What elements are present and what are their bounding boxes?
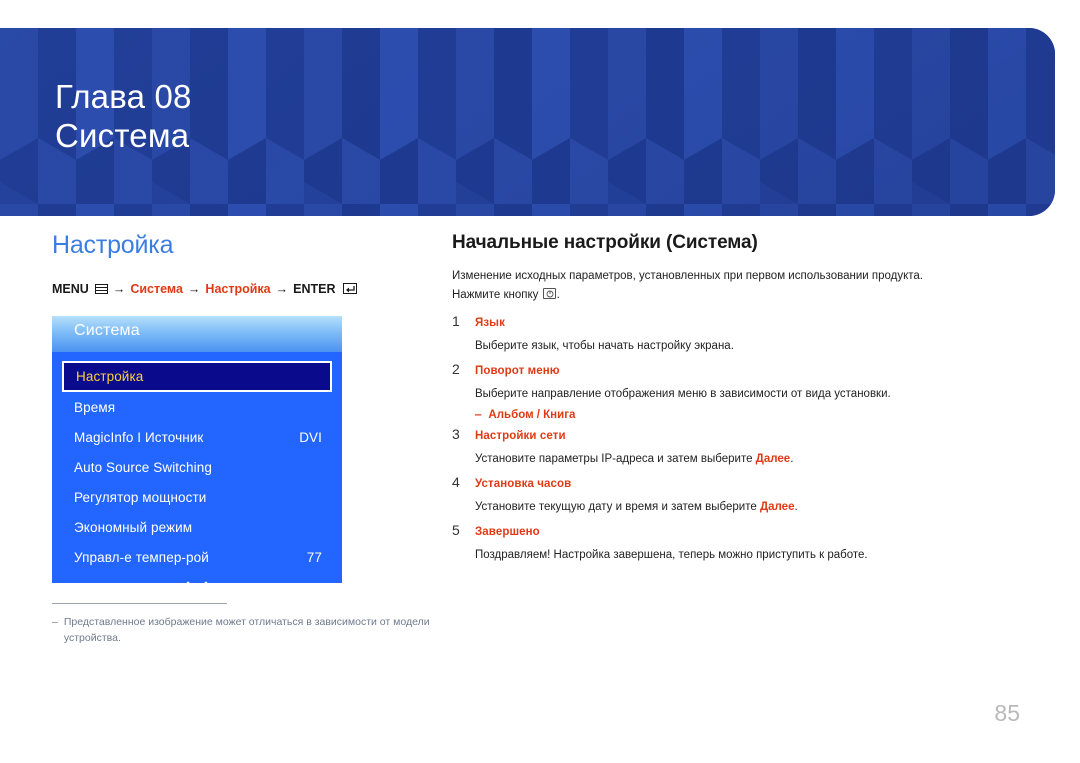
menu-path-arrow-2: → [187, 281, 201, 296]
menu-path-arrow-3: → [275, 281, 289, 296]
step-item: 2 Поворот меню Выберите направление отоб… [452, 361, 1012, 421]
step-header: 2 Поворот меню [452, 361, 1012, 377]
osd-item-power-control[interactable]: Регулятор мощности [52, 482, 342, 512]
document-page: Глава 08 Система Настройка MENU → Систем… [0, 0, 1080, 763]
intro-paragraph: Изменение исходных параметров, установле… [452, 267, 1012, 304]
step-description: Установите параметры IP-адреса и затем в… [475, 451, 1012, 469]
menu-path-arrow-1: → [112, 281, 126, 296]
step-header: 3 Настройки сети [452, 426, 1012, 442]
menu-grid-icon [94, 283, 108, 294]
osd-item-label: Экономный режим [74, 519, 193, 535]
banner-text-block: Глава 08 Система [55, 78, 192, 156]
step-description-text: Поздравляем! Настройка завершена, теперь… [475, 548, 868, 561]
step-description-text: Выберите направление отображения меню в … [475, 388, 891, 401]
osd-item-label: MagicInfo I Источник [74, 429, 204, 445]
menu-path-step-system: Система [130, 281, 183, 296]
steps-list: 1 Язык Выберите язык, чтобы начать настр… [452, 313, 1012, 564]
step-item: 4 Установка часов Установите текущую дат… [452, 474, 1012, 517]
osd-item-list: Настройка Время MagicInfo I Источник DVI… [52, 352, 342, 583]
step-description: Выберите язык, чтобы начать настройку эк… [475, 338, 1012, 356]
intro-line-2-prefix: Нажмите кнопку [452, 288, 539, 301]
intro-line-2-suffix: . [556, 288, 560, 301]
step-suboption-dash: ‒ [475, 408, 482, 421]
left-column: Настройка MENU → Система → Настройка → E… [52, 231, 452, 296]
step-description-highlight: Далее [755, 452, 791, 465]
osd-item-temperature-control[interactable]: Управл-е темпер-рой 77 [52, 542, 342, 572]
step-item: 1 Язык Выберите язык, чтобы начать настр… [452, 313, 1012, 356]
step-suboption: ‒ Альбом / Книга [475, 409, 1012, 421]
menu-path-menu-label: MENU [52, 281, 89, 296]
chevron-down-icon[interactable] [52, 574, 342, 583]
step-description: Выберите направление отображения меню в … [475, 386, 1012, 404]
osd-item-label: Управл-е темпер-рой [74, 549, 209, 565]
footnote-divider [52, 603, 227, 604]
footnote-text: Представленное изображение может отличат… [63, 616, 430, 645]
menu-path-breadcrumb: MENU → Система → Настройка → ENTER [52, 282, 452, 296]
step-header: 4 Установка часов [452, 474, 1012, 490]
step-number: 3 [452, 425, 460, 442]
osd-item-eco-solution[interactable]: Экономный режим [52, 512, 342, 542]
osd-item-value: DVI [299, 429, 322, 445]
chapter-label: Глава 08 [55, 78, 192, 115]
osd-item-time[interactable]: Время [52, 392, 342, 422]
step-header: 1 Язык [452, 313, 1012, 329]
menu-path-step-setup: Настройка [205, 281, 271, 296]
step-number: 1 [452, 313, 460, 330]
step-title: Настройки сети [475, 429, 566, 442]
page-number: 85 [994, 700, 1020, 726]
osd-item-label: Регулятор мощности [74, 489, 207, 505]
step-description: Поздравляем! Настройка завершена, теперь… [475, 547, 1012, 565]
osd-header: Система [52, 316, 342, 352]
step-item: 3 Настройки сети Установите параметры IP… [452, 426, 1012, 469]
osd-item-label: Auto Source Switching [74, 459, 212, 475]
step-description: Установите текущую дату и время и затем … [475, 499, 1012, 517]
step-number: 5 [452, 521, 460, 538]
step-header: 5 Завершено [452, 522, 1012, 538]
step-suboption-text: Альбом / Книга [488, 408, 576, 421]
osd-item-label: Настройка [76, 369, 144, 384]
step-description-text: Установите текущую дату и время и затем … [475, 500, 760, 513]
power-button-icon [542, 287, 556, 299]
chapter-banner: Глава 08 Система [0, 28, 1055, 216]
chapter-title: Система [55, 116, 190, 154]
right-column: Начальные настройки (Система) Изменение … [452, 232, 1012, 564]
section-heading: Настройка [52, 231, 174, 259]
step-title: Завершено [475, 525, 540, 538]
osd-header-title: Система [74, 322, 140, 339]
step-description-highlight: Далее [759, 500, 795, 513]
osd-item-magicinfo-source[interactable]: MagicInfo I Источник DVI [52, 422, 342, 452]
footnote-block: ‒ Представленное изображение может отлич… [52, 603, 452, 647]
intro-line-1: Изменение исходных параметров, установле… [452, 270, 923, 282]
step-description-tail: . [790, 452, 794, 465]
step-description-text: Выберите язык, чтобы начать настройку эк… [475, 340, 734, 353]
osd-item-label: Время [74, 399, 116, 415]
step-description-tail: . [794, 500, 798, 513]
step-number: 2 [452, 361, 460, 378]
step-description-text: Установите параметры IP-адреса и затем в… [475, 452, 756, 465]
step-title: Установка часов [475, 477, 572, 490]
osd-menu-panel[interactable]: Система Настройка Время MagicInfo I Исто… [52, 316, 342, 583]
menu-path-enter-label: ENTER [293, 281, 336, 296]
osd-item-auto-source-switching[interactable]: Auto Source Switching [52, 452, 342, 482]
step-title: Язык [475, 317, 505, 330]
footnote-body: ‒ Представленное изображение может отлич… [52, 614, 452, 647]
footnote-dash: ‒ [52, 616, 58, 628]
page-title: Начальные настройки (Система) [452, 232, 758, 253]
step-title: Поворот меню [475, 365, 560, 378]
step-number: 4 [452, 473, 460, 490]
osd-item-setup[interactable]: Настройка [62, 361, 332, 392]
step-item: 5 Завершено Поздравляем! Настройка завер… [452, 522, 1012, 565]
enter-key-icon [342, 283, 357, 294]
osd-item-value: 77 [306, 549, 322, 565]
